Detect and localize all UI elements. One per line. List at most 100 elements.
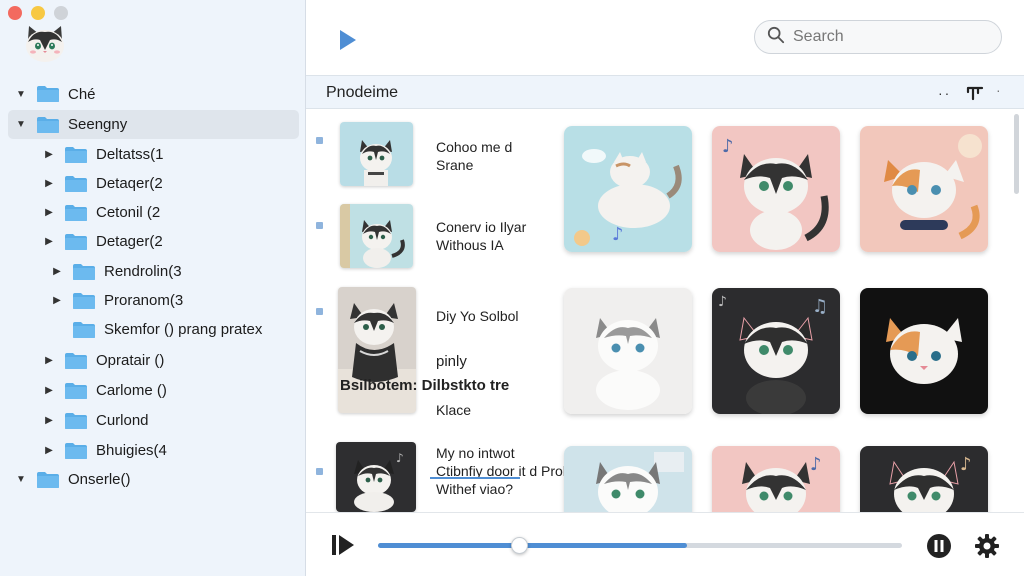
sidebar-folder-label: Cetonil (2 [96,204,161,221]
pause-icon[interactable] [926,533,952,559]
folder-icon [72,321,96,339]
scrollbar[interactable] [1014,114,1019,194]
folder-icon [64,412,88,430]
progress-knob[interactable] [511,537,529,554]
row-marker [316,468,323,475]
main-panel: Pnodeime ·· · Cohoo me d Srane [306,0,1024,576]
folder-icon-graphic [37,86,59,102]
sidebar-folder-item[interactable]: ▶ Rendrolin(3 [50,257,182,286]
sidebar-folder-label: Deltatss(1 [96,146,164,163]
folder-icon-graphic [65,442,87,459]
sidebar-folder-item[interactable]: ▼ Onserle() [14,465,130,494]
sidebar-folder-item[interactable]: ▶ Opratair () [42,346,164,375]
folder-icon [64,382,88,400]
menu-dots-icon[interactable]: · [996,82,1001,98]
svg-text:♪: ♪ [960,454,972,475]
sidebar-folder-item[interactable]: ▶ Detaqer(2 [42,169,163,198]
sidebar-folder-item[interactable]: ▶ Detager(2 [42,227,163,256]
minimize-window-button[interactable] [31,6,45,20]
chevron-right-icon[interactable]: ▶ [42,178,56,189]
folder-icon [64,175,88,193]
row-title[interactable]: Diy Yo Solbol pinly Bsilbotem: Dilbstkto… [340,304,519,422]
cat-tile[interactable]: ♪ [564,126,692,252]
folder-icon [64,352,88,370]
chevron-down-icon[interactable]: ▼ [14,474,28,485]
section-title: Pnodeime [326,84,399,101]
sidebar-folder-label: Curlond [96,412,149,429]
folder-icon-graphic [65,412,87,429]
sidebar-folder-item[interactable]: ▶ Proranom(3 [50,286,183,315]
sidebar-folder-item[interactable]: ▼ Ché [14,79,96,109]
row-title[interactable]: Cohoo me d Srane [436,138,512,174]
folder-icon-graphic [65,352,87,369]
sidebar-folder-label: Skemfor () prang pratex [104,321,263,338]
folder-icon [36,85,60,103]
sidebar-folder-label: Proranom(3 [104,292,184,309]
sidebar-folder-label: Detager(2 [96,233,163,250]
sidebar-folder-item[interactable]: ▶ Bhuigies(4 [42,436,167,465]
zoom-window-button[interactable] [54,6,68,20]
close-window-button[interactable] [8,6,22,20]
folder-icon [64,233,88,251]
folder-icon [72,292,96,310]
progress-fill [378,543,688,548]
chevron-right-icon[interactable]: ▶ [42,355,56,366]
chevron-right-icon[interactable]: ▶ [50,266,64,277]
folder-icon-graphic [73,263,95,280]
play-button[interactable] [338,28,358,52]
chevron-right-icon[interactable]: ▶ [50,295,64,306]
folder-icon-graphic [73,321,95,338]
progress-slider[interactable] [378,537,902,554]
chevron-right-icon[interactable]: ▶ [42,236,56,247]
chevron-right-icon[interactable]: ▶ [42,149,56,160]
chevron-down-icon[interactable]: ▼ [14,119,28,130]
row-marker [316,137,323,144]
chevron-right-icon[interactable]: ▶ [42,385,56,396]
cat-tile[interactable] [564,288,692,414]
sidebar-folder-item[interactable]: ▼ Seengny [8,110,299,139]
row-thumbnail[interactable] [340,204,413,268]
row-thumbnail[interactable]: ♪ [336,442,416,512]
folder-icon-graphic [65,175,87,192]
svg-text:♪: ♪ [722,136,734,157]
search-box[interactable] [754,20,1002,54]
sidebar-folder-item[interactable]: ▶ Curlond [42,406,149,435]
folder-icon [36,116,60,134]
sidebar-folder-label: Rendrolin(3 [104,263,182,280]
svg-text:♫: ♫ [812,296,828,317]
filter-icon[interactable] [966,85,984,101]
search-input[interactable] [793,28,983,46]
sidebar-folder-label: Carlome () [96,382,167,399]
row-marker [316,308,323,315]
sidebar-folder-item[interactable]: Skemfor () prang pratex [50,315,262,344]
row-thumbnail[interactable] [340,122,413,186]
sidebar-folder-label: Ché [68,85,96,103]
more-dots-icon[interactable]: ·· [938,85,951,101]
sidebar: ▼ Ché ▼ Seengny ▶ Deltatss(1 ▶ Detaqer(2 ▶ Cetoni… [0,0,306,576]
search-icon [767,26,785,49]
sidebar-folder-label: Detaqer(2 [96,175,163,192]
folder-icon-graphic [65,382,87,399]
chevron-down-icon[interactable]: ▼ [14,89,28,100]
row-title[interactable]: My no intwot Ctibnfiy door it d Probor W… [430,444,583,498]
gear-icon[interactable] [974,533,1000,559]
sidebar-folder-label: Seengny [68,116,128,133]
folder-icon-graphic [37,116,59,133]
folder-icon [64,442,88,460]
row-title[interactable]: Conerv io Ilyar Withous IA [436,218,526,254]
folder-icon [36,471,60,489]
folder-icon-graphic [73,292,95,309]
chevron-right-icon[interactable]: ▶ [42,415,56,426]
cat-tile[interactable]: ♪ ♫ [712,288,840,414]
cat-tile[interactable] [860,288,988,414]
sidebar-folder-item[interactable]: ▶ Deltatss(1 [42,140,164,169]
sidebar-folder-item[interactable]: ▶ Cetonil (2 [42,198,160,227]
cat-tile[interactable]: ♪ [712,126,840,252]
chevron-right-icon[interactable]: ▶ [42,445,56,456]
cat-tile[interactable] [860,126,988,252]
play-from-start-button[interactable] [330,533,356,557]
chevron-right-icon[interactable]: ▶ [42,207,56,218]
sidebar-folder-item[interactable]: ▶ Carlome () [42,376,167,405]
svg-text:♪: ♪ [810,454,822,475]
folder-icon-graphic [65,204,87,221]
